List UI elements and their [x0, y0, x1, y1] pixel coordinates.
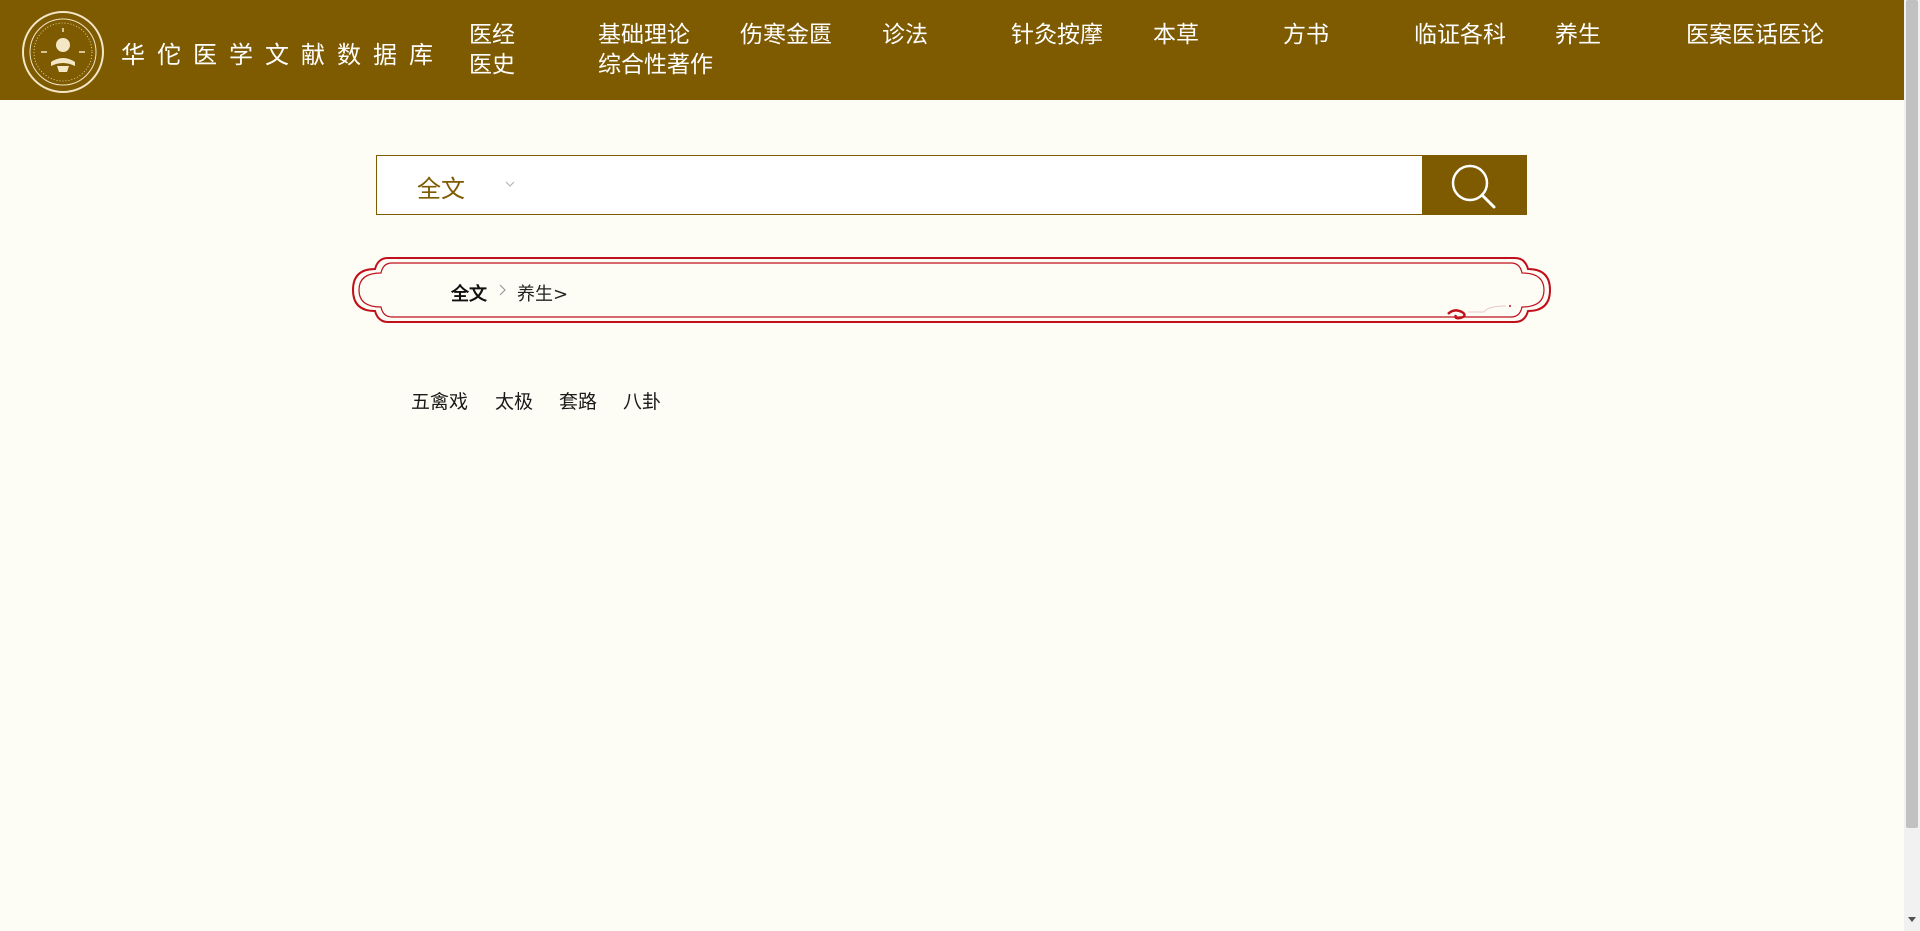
nav-item-label: 本草 — [1153, 22, 1199, 48]
nav-item-fangshu[interactable]: 方书 — [1283, 20, 1329, 50]
search-icon — [1451, 164, 1496, 209]
nav-item-yangsheng[interactable]: 养生 — [1555, 20, 1601, 50]
nav-item-linzheng-geke[interactable]: 临证各科 — [1414, 20, 1506, 50]
nav-item-bencao[interactable]: 本草 — [1153, 20, 1199, 50]
nav-item-label: 医经 — [469, 22, 515, 48]
subcategory-taiji[interactable]: 太极 — [495, 387, 533, 414]
subcategory-bagua[interactable]: 八卦 — [623, 387, 661, 414]
top-header: 华佗医学文献数据库 医经 医史 基础理论 综合性著作 伤寒金匮 诊法 针灸按摩 … — [0, 0, 1904, 100]
seal-logo-icon[interactable] — [21, 10, 105, 94]
nav-item-label-secondary: 综合性著作 — [598, 52, 713, 78]
nav-item-jichu-lilun[interactable]: 基础理论 综合性著作 — [598, 20, 713, 80]
nav-item-label: 临证各科 — [1414, 22, 1506, 48]
chevron-down-icon[interactable] — [501, 177, 519, 191]
search-button[interactable] — [1422, 155, 1527, 215]
nav-item-label: 方书 — [1283, 22, 1329, 48]
nav-item-label: 医案医话医论 — [1686, 22, 1824, 48]
nav-item-label: 基础理论 — [598, 22, 690, 48]
subcategory-taolu[interactable]: 套路 — [559, 387, 597, 414]
breadcrumb-current[interactable]: 养生> — [517, 280, 568, 306]
chevron-right-icon — [499, 284, 506, 296]
search-input[interactable] — [535, 164, 1399, 208]
nav-item-shanghan-jingui[interactable]: 伤寒金匮 — [740, 20, 832, 50]
nav-item-zhenjiu-anmo[interactable]: 针灸按摩 — [1011, 20, 1103, 50]
nav-item-label: 针灸按摩 — [1011, 22, 1103, 48]
scrollbar-thumb[interactable] — [1906, 0, 1918, 828]
breadcrumb-root[interactable]: 全文 — [451, 280, 487, 306]
search-bar: 全文 — [376, 155, 1527, 215]
site-title[interactable]: 华佗医学文献数据库 — [121, 35, 445, 70]
nav-item-label: 伤寒金匮 — [740, 22, 832, 48]
nav-item-yijing[interactable]: 医经 医史 — [469, 20, 515, 80]
nav-item-zhenfa[interactable]: 诊法 — [882, 20, 928, 50]
nav-item-label-secondary: 医史 — [469, 52, 515, 78]
nav-item-yian-yihua[interactable]: 医案医话医论 — [1686, 20, 1824, 50]
nav-item-label: 养生 — [1555, 22, 1601, 48]
subcategory-wuqinxi[interactable]: 五禽戏 — [411, 387, 468, 414]
page: 华佗医学文献数据库 医经 医史 基础理论 综合性著作 伤寒金匮 诊法 针灸按摩 … — [0, 0, 1904, 931]
search-scope-select[interactable]: 全文 — [417, 169, 465, 204]
scroll-down-arrow-icon[interactable] — [1908, 915, 1916, 923]
nav-item-label: 诊法 — [882, 22, 928, 48]
cloud-ornament-icon — [1447, 305, 1511, 320]
